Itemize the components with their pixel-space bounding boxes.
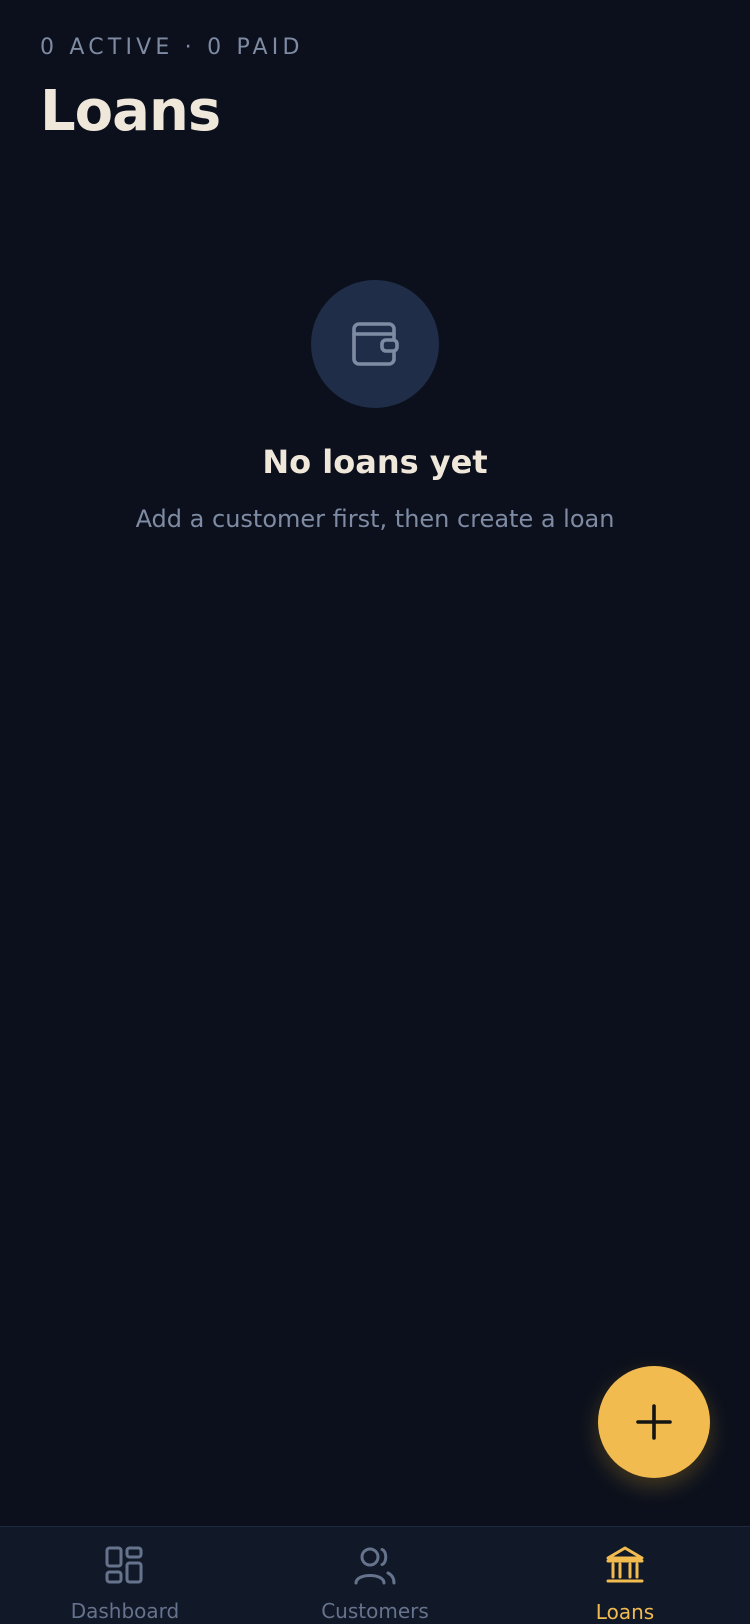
loan-summary: 0 ACTIVE · 0 PAID [40,35,304,60]
page-title: Loans [40,79,221,144]
page-header: 0 ACTIVE · 0 PAID Loans [40,30,304,144]
dashboard-icon [103,1545,147,1586]
add-loan-button[interactable] [598,1366,710,1478]
empty-icon-circle [311,280,439,408]
tab-customers[interactable]: Customers [250,1527,500,1624]
empty-state: No loans yet Add a customer first, then … [0,280,750,536]
tab-dashboard[interactable]: Dashboard [0,1527,250,1624]
tab-loans[interactable]: Loans [500,1527,750,1624]
bottom-tab-bar: Dashboard Customers Loans [0,1526,750,1624]
empty-state-title: No loans yet [262,443,488,481]
bank-icon [603,1545,647,1587]
wallet-icon [352,322,399,366]
loans-screen: 0 ACTIVE · 0 PAID Loans No loans yet Add… [0,0,750,1624]
tab-customers-label: Customers [321,1599,429,1623]
users-icon [353,1545,397,1586]
empty-state-subtitle: Add a customer first, then create a loan [135,505,615,533]
tab-dashboard-label: Dashboard [70,1599,180,1623]
tab-loans-label: Loans [595,1600,655,1624]
plus-icon [636,1404,672,1440]
